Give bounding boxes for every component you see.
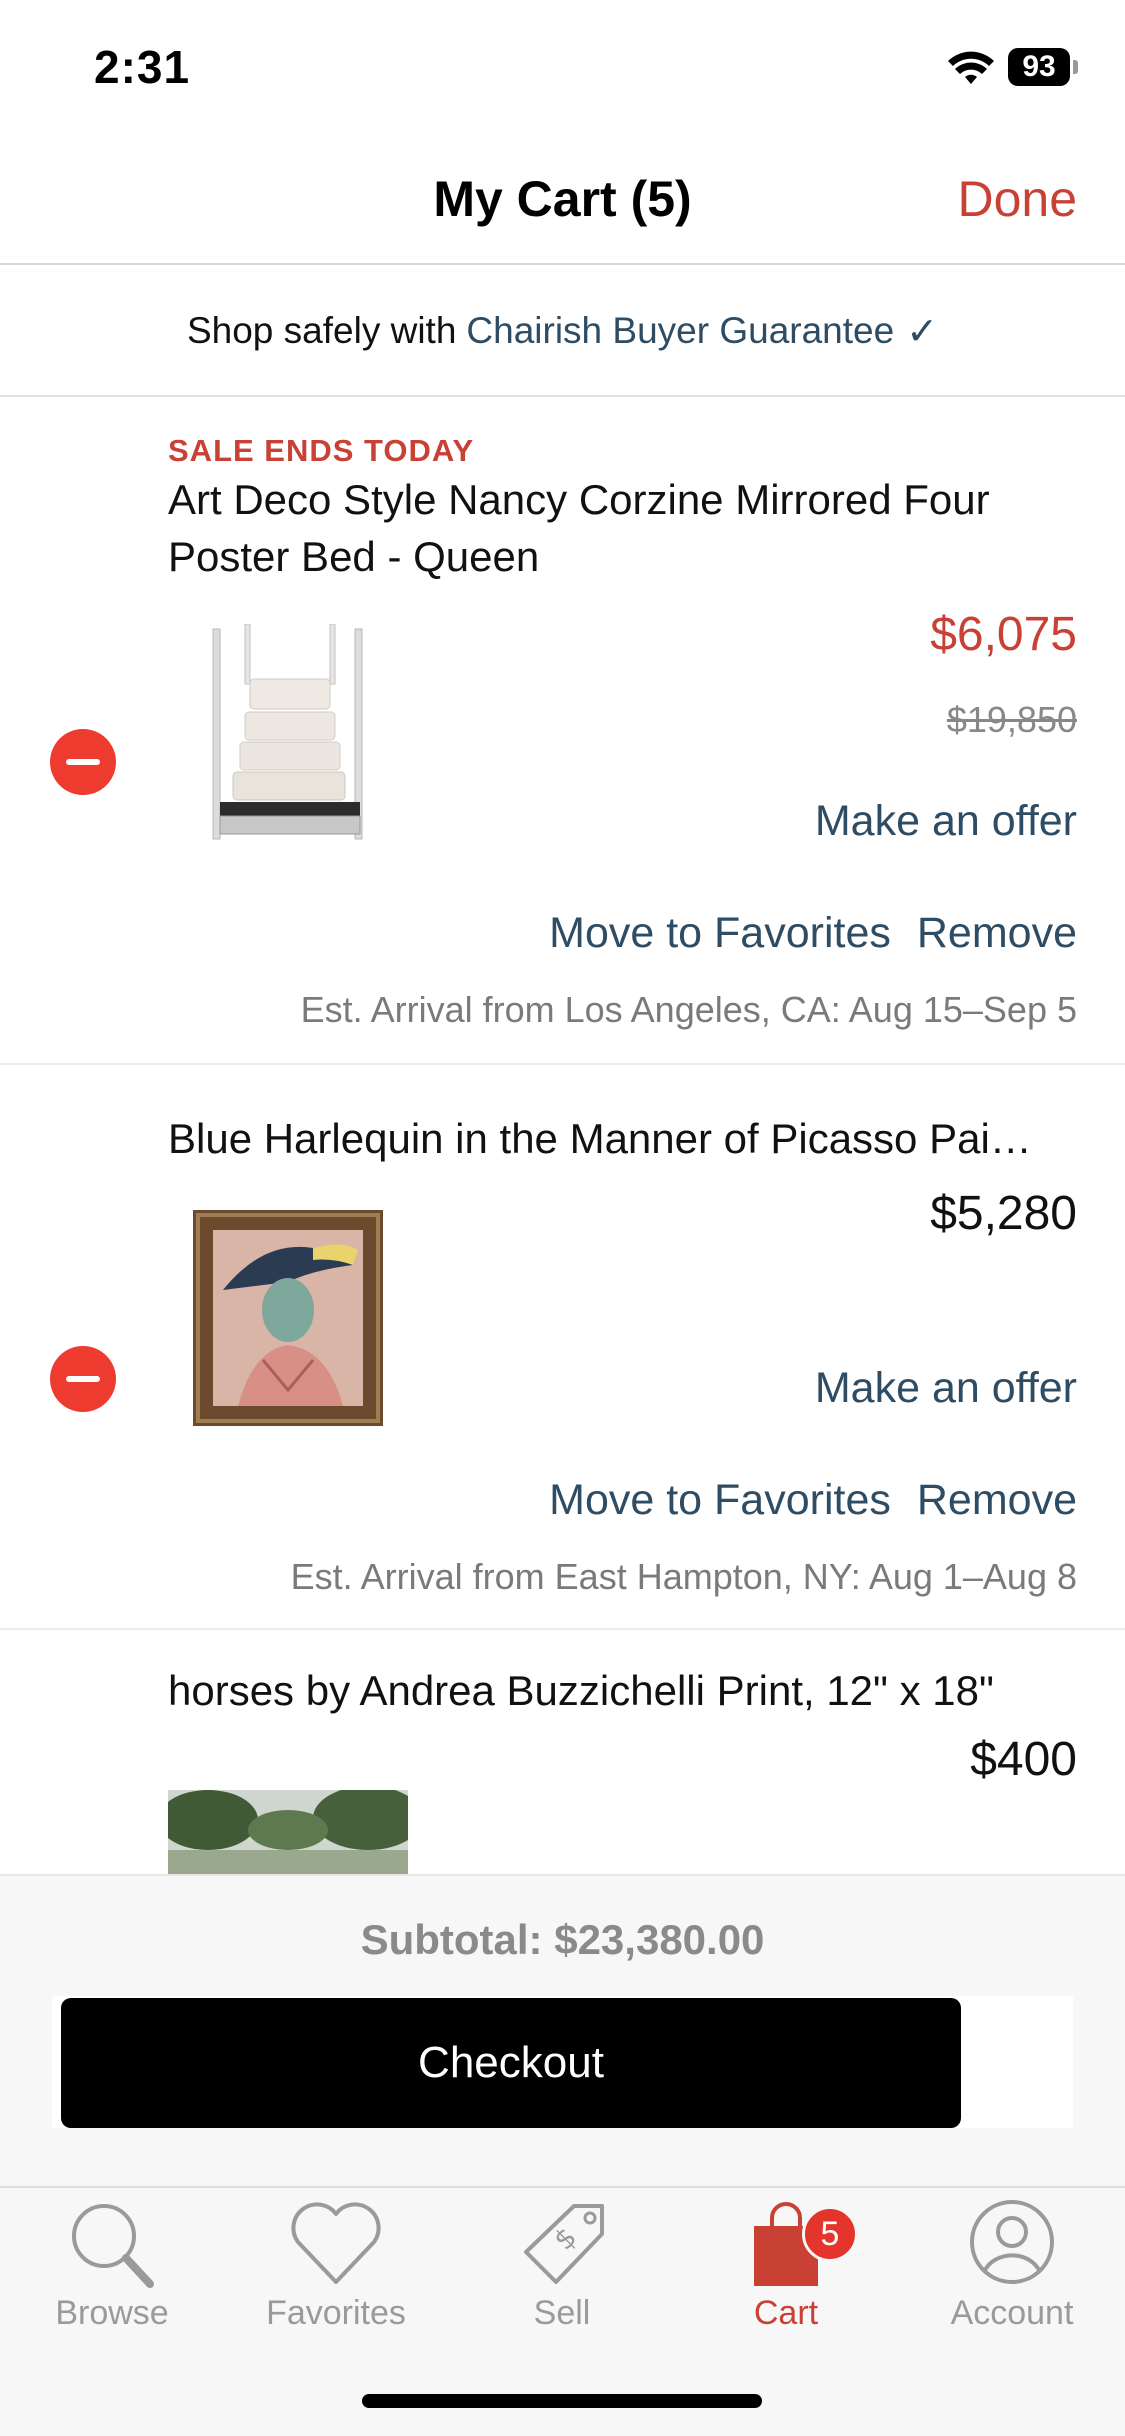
item-title[interactable]: horses by Andrea Buzzichelli Print, 12" …: [168, 1662, 1078, 1719]
buyer-guarantee-banner[interactable]: Shop safely with Chairish Buyer Guarante…: [0, 267, 1125, 397]
guarantee-prefix: Shop safely with: [186, 310, 457, 351]
checkmark-icon: ✓: [906, 310, 939, 353]
sale-badge: SALE ENDS TODAY: [168, 433, 475, 468]
battery-icon: 93: [1008, 48, 1070, 86]
tab-sell[interactable]: $ Sell: [472, 2196, 652, 2346]
cart-count-badge: 5: [802, 2206, 858, 2262]
item-actions: Move to Favorites Remove: [549, 1476, 1077, 1525]
move-to-favorites-button[interactable]: Move to Favorites: [549, 909, 891, 958]
subtotal: Subtotal: $23,380.00: [360, 1916, 765, 1963]
cart-item: horses by Andrea Buzzichelli Print, 12" …: [0, 1632, 1125, 1874]
status-time: 2:31: [94, 41, 191, 93]
move-to-favorites-button[interactable]: Move to Favorites: [549, 1476, 891, 1525]
make-offer-button[interactable]: Make an offer: [815, 797, 1077, 846]
item-price: $400: [970, 1733, 1077, 1786]
estimated-arrival: Est. Arrival from East Hampton, NY: Aug …: [290, 1556, 1077, 1597]
wifi-icon: [948, 51, 994, 84]
checkout-button[interactable]: Checkout: [61, 1998, 961, 2128]
battery-tip: [1073, 60, 1078, 74]
item-thumbnail[interactable]: [193, 1210, 383, 1426]
person-icon: [970, 2200, 1054, 2284]
tab-favorites[interactable]: Favorites: [246, 2196, 426, 2346]
nav-bar: My Cart (5) Done: [0, 130, 1125, 265]
battery-level: 93: [1022, 50, 1056, 83]
price-tag-icon: $: [524, 2204, 604, 2284]
cart-item: SALE ENDS TODAY Art Deco Style Nancy Cor…: [0, 399, 1125, 1065]
tab-label: Favorites: [266, 2294, 406, 2332]
remove-button[interactable]: Remove: [917, 1476, 1077, 1525]
delete-item-icon[interactable]: [50, 729, 116, 795]
guarantee-link[interactable]: Chairish Buyer Guarantee: [466, 310, 894, 352]
cart-item: Blue Harlequin in the Manner of Picasso …: [0, 1066, 1125, 1630]
item-actions: Move to Favorites Remove: [549, 909, 1077, 958]
tab-account[interactable]: Account: [922, 2196, 1102, 2346]
original-price: $19,850: [946, 699, 1077, 740]
checkout-panel: Subtotal: $23,380.00 Checkout: [0, 1874, 1125, 2186]
home-indicator: [362, 2394, 762, 2408]
search-icon: [72, 2204, 154, 2288]
tab-label: Cart: [753, 2294, 819, 2332]
make-offer-button[interactable]: Make an offer: [815, 1364, 1077, 1413]
heart-icon: [291, 2202, 381, 2284]
item-price: $5,280: [930, 1187, 1077, 1240]
page-title: My Cart (5): [433, 171, 692, 227]
tab-label: Account: [950, 2294, 1074, 2332]
item-thumbnail[interactable]: [168, 1790, 408, 1874]
remove-button[interactable]: Remove: [917, 909, 1077, 958]
done-button[interactable]: Done: [957, 170, 1077, 228]
tab-label: Sell: [533, 2294, 591, 2332]
tab-cart[interactable]: Cart 5: [696, 2196, 876, 2346]
estimated-arrival: Est. Arrival from Los Angeles, CA: Aug 1…: [300, 989, 1077, 1030]
status-bar: 2:31 93: [0, 0, 1125, 130]
item-thumbnail[interactable]: [205, 624, 375, 849]
tab-browse[interactable]: Browse: [22, 2196, 202, 2346]
item-title[interactable]: Art Deco Style Nancy Corzine Mirrored Fo…: [168, 471, 1078, 585]
delete-item-icon[interactable]: [50, 1346, 116, 1412]
item-title[interactable]: Blue Harlequin in the Manner of Picasso …: [168, 1110, 1078, 1167]
sale-price: $6,075: [930, 608, 1077, 661]
tab-label: Browse: [55, 2294, 169, 2332]
